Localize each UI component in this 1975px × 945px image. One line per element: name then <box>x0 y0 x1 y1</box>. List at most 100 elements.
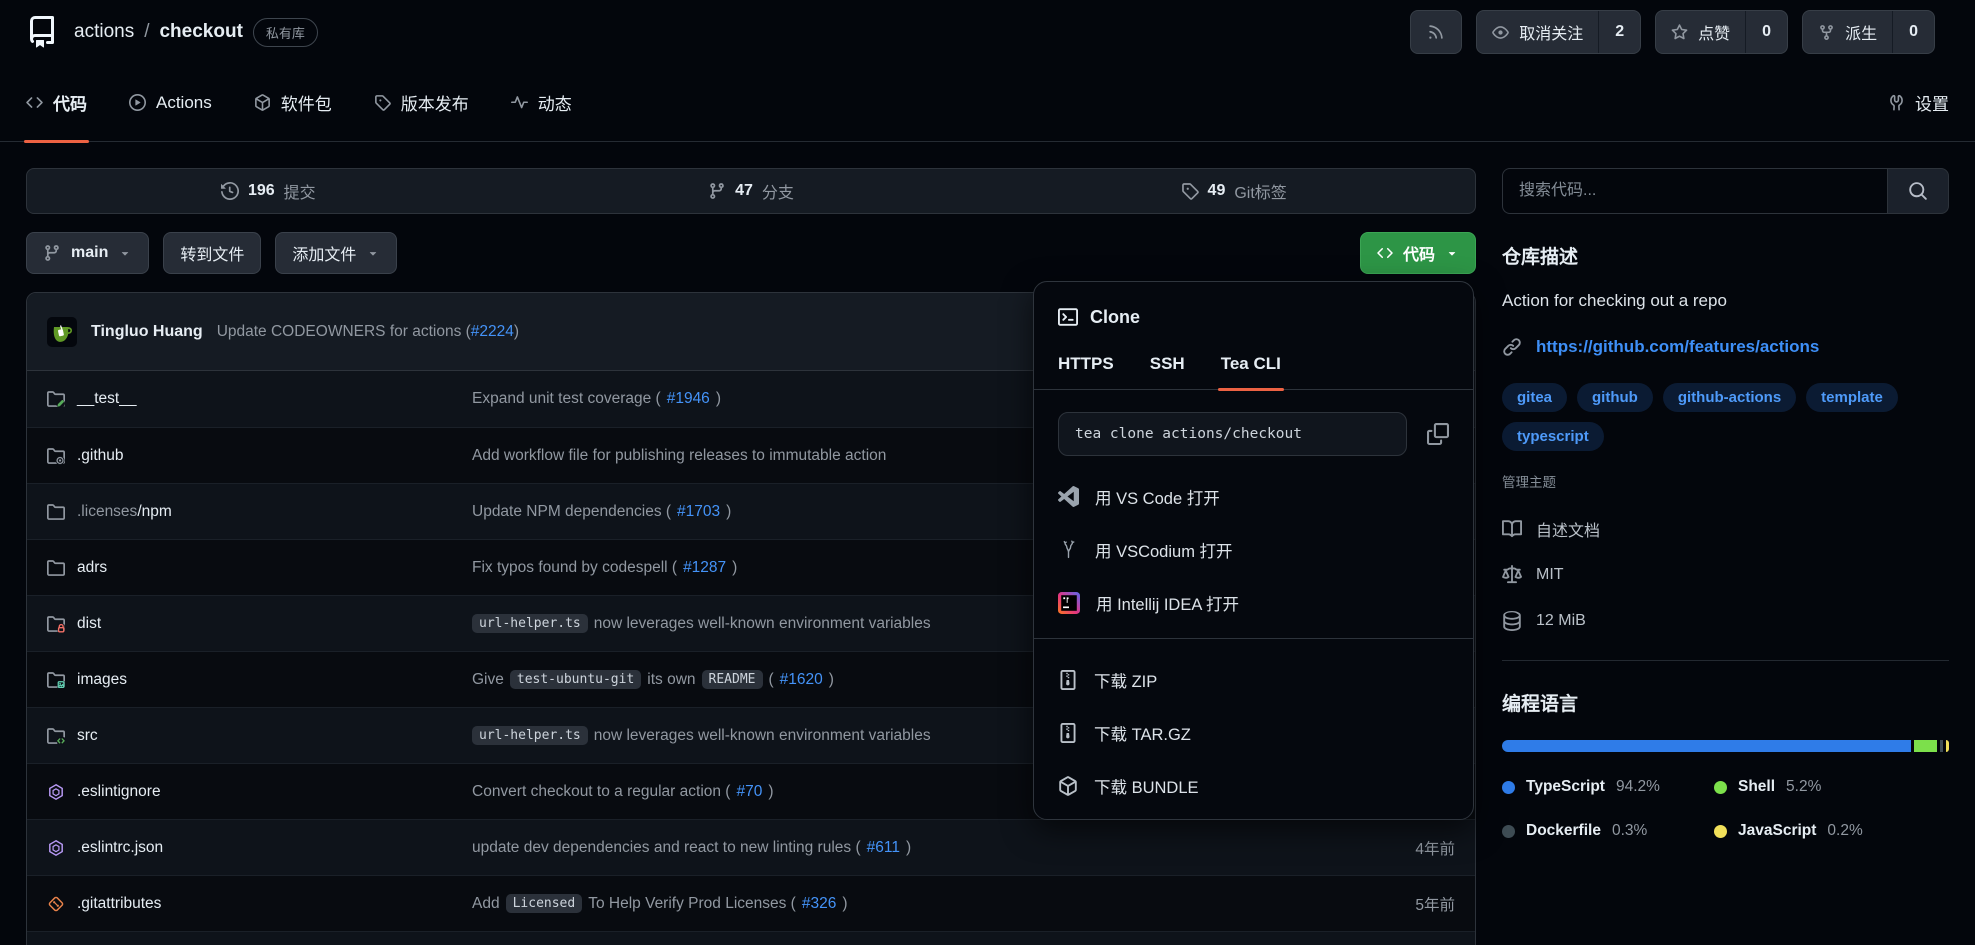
repo-tab-bar: 代码 Actions 软件包版本发布动态 设置 <box>0 64 1975 142</box>
topic-github-actions[interactable]: github-actions <box>1663 383 1796 412</box>
tab-代码[interactable]: 代码 <box>26 64 87 141</box>
message-text: now leverages well-known environment var… <box>594 615 931 633</box>
repo-meta-list: 自述文档MIT12 MiB <box>1502 506 1949 644</box>
copy-icon[interactable] <box>1427 423 1449 445</box>
issue-link[interactable]: #1620 <box>780 671 823 689</box>
issue-link[interactable]: #1946 <box>667 390 710 408</box>
search-input[interactable] <box>1502 168 1887 214</box>
file-link[interactable]: src <box>77 727 98 745</box>
code-span: url-helper.ts <box>472 614 588 633</box>
file-link[interactable]: .eslintignore <box>77 783 161 801</box>
menu-item-label: 下载 BUNDLE <box>1094 774 1199 798</box>
clone-tab-HTTPS[interactable]: HTTPS <box>1058 354 1114 389</box>
file-link[interactable]: .eslintrc.json <box>77 839 163 857</box>
count-badge[interactable]: 0 <box>1892 11 1934 53</box>
eye-icon <box>1492 24 1509 41</box>
commit-author-link[interactable]: Tingluo Huang <box>91 323 203 341</box>
tab-版本发布[interactable]: 版本发布 <box>374 64 469 141</box>
chevron-down-icon <box>118 246 132 260</box>
点赞-button[interactable]: 点赞0 <box>1655 10 1788 54</box>
topic-typescript[interactable]: typescript <box>1502 422 1604 451</box>
stat-Git标签[interactable]: 49Git标签 <box>992 179 1475 203</box>
file-link[interactable]: __test__ <box>77 390 136 408</box>
issue-link[interactable]: #1703 <box>677 503 720 521</box>
issue-link[interactable]: #611 <box>867 839 900 857</box>
legend-dot <box>1714 825 1727 838</box>
visibility-badge: 私有库 <box>253 18 318 47</box>
file-link[interactable]: .gitattributes <box>77 895 161 913</box>
issue-link[interactable]: #326 <box>802 895 836 913</box>
repo-name-link[interactable]: checkout <box>159 21 242 43</box>
menu-item[interactable]: 用 Intellij IDEA 打开 <box>1058 576 1449 629</box>
message-text: Expand unit test coverage ( <box>472 390 661 408</box>
topic-github[interactable]: github <box>1577 383 1653 412</box>
folder-image-icon <box>47 671 65 689</box>
repo-owner-link[interactable]: actions <box>74 21 134 43</box>
issue-link[interactable]: #2224 <box>471 323 514 340</box>
stat-提交[interactable]: 196提交 <box>27 179 510 203</box>
menu-item[interactable]: 用 VSCodium 打开 <box>1058 523 1449 576</box>
legend-dot <box>1502 825 1515 838</box>
code-button[interactable]: 代码 <box>1360 232 1476 274</box>
menu-item[interactable]: 下载 BUNDLE <box>1058 759 1449 812</box>
menu-item[interactable]: 用 VS Code 打开 <box>1058 470 1449 523</box>
folder-icon <box>47 503 65 521</box>
message-text: ) <box>906 839 911 857</box>
menu-item[interactable]: 下载 ZIP <box>1058 653 1449 706</box>
count-badge[interactable]: 0 <box>1745 11 1787 53</box>
file-name: images <box>77 671 127 688</box>
folder-github-icon <box>47 447 65 465</box>
tab-软件包[interactable]: 软件包 <box>254 64 332 141</box>
file-link[interactable]: adrs <box>77 559 107 577</box>
search-button[interactable] <box>1887 168 1949 214</box>
meta-12 MiB: 12 MiB <box>1502 598 1949 644</box>
tab-Actions[interactable]: Actions <box>129 64 212 141</box>
star-icon <box>1671 24 1688 41</box>
topic-gitea[interactable]: gitea <box>1502 383 1567 412</box>
tab-label: Actions <box>156 93 212 113</box>
rss-button[interactable] <box>1410 10 1462 54</box>
add-file-button[interactable]: 添加文件 <box>275 232 397 274</box>
issue-link[interactable]: #1287 <box>683 559 726 577</box>
tab-settings[interactable]: 设置 <box>1888 64 1949 141</box>
派生-button[interactable]: 派生0 <box>1802 10 1935 54</box>
clone-command-input[interactable] <box>1058 412 1407 456</box>
manage-topics-link[interactable]: 管理主题 <box>1502 471 1556 491</box>
stat-分支[interactable]: 47分支 <box>510 179 993 203</box>
取消关注-button[interactable]: 取消关注2 <box>1476 10 1641 54</box>
clone-tab-SSH[interactable]: SSH <box>1150 354 1185 389</box>
pulse-icon <box>511 94 528 111</box>
file-link[interactable]: dist <box>77 615 101 633</box>
repo-stats-bar: 196提交47分支49Git标签 <box>26 168 1476 214</box>
clone-title: Clone <box>1090 307 1140 328</box>
legend-JavaScript: JavaScript0.2% <box>1714 822 1949 840</box>
clone-tab-Tea CLI[interactable]: Tea CLI <box>1221 354 1281 389</box>
file-name: .eslintignore <box>77 783 161 800</box>
file-link[interactable]: .github <box>77 447 124 465</box>
message-text: Add workflow file for publishing release… <box>472 447 886 465</box>
language-legend: TypeScript94.2%Shell5.2%Dockerfile0.3%Ja… <box>1502 778 1949 840</box>
avatar[interactable] <box>47 317 77 347</box>
meta-MIT[interactable]: MIT <box>1502 552 1949 598</box>
button-label-area: 派生 <box>1803 11 1892 53</box>
file-name: /npm <box>137 503 171 520</box>
issue-link[interactable]: #70 <box>736 783 762 801</box>
branch-selector[interactable]: main <box>26 232 149 274</box>
message-text: Fix typos found by codespell ( <box>472 559 677 577</box>
menu-item[interactable]: 下载 TAR.GZ <box>1058 706 1449 759</box>
file-link[interactable]: .licenses/npm <box>77 503 172 521</box>
file-name: .github <box>77 447 124 464</box>
stat-count: 196 <box>248 182 275 200</box>
clone-command-row <box>1058 412 1449 456</box>
goto-file-button[interactable]: 转到文件 <box>163 232 261 274</box>
file-link[interactable]: images <box>77 671 127 689</box>
message-text: its own <box>647 671 695 689</box>
tab-动态[interactable]: 动态 <box>511 64 572 141</box>
count-badge[interactable]: 2 <box>1598 11 1640 53</box>
file-name: .licenses <box>77 503 137 520</box>
topic-template[interactable]: template <box>1806 383 1898 412</box>
website-link[interactable]: https://github.com/features/actions <box>1536 337 1819 357</box>
code-span: README <box>702 670 763 689</box>
repo-icon <box>26 16 58 48</box>
meta-自述文档[interactable]: 自述文档 <box>1502 506 1949 552</box>
